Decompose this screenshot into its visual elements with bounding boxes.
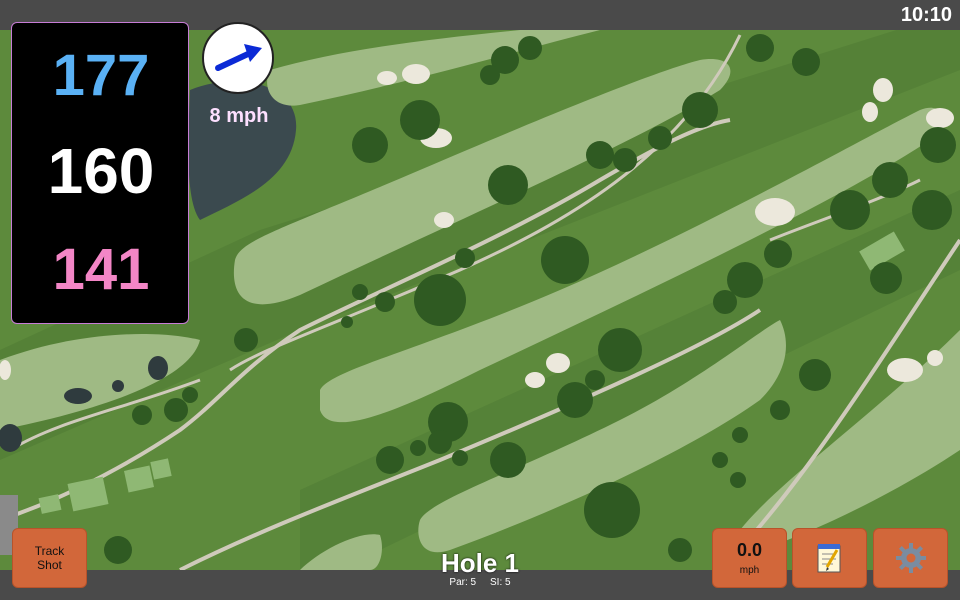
settings-button[interactable] bbox=[873, 528, 948, 588]
wind-arrow-icon bbox=[215, 44, 262, 71]
notepad-icon bbox=[817, 544, 840, 573]
gear-icon bbox=[895, 543, 926, 573]
hole-par: Par: 5 bbox=[449, 577, 477, 588]
hole-stroke-index: SI: 5 bbox=[490, 577, 511, 588]
middle-distance: 160 bbox=[47, 135, 155, 207]
back-distance: 177 bbox=[52, 43, 150, 108]
track-shot-button[interactable]: Track Shot bbox=[12, 528, 87, 588]
notes-button[interactable] bbox=[792, 528, 867, 588]
front-distance: 141 bbox=[52, 237, 150, 302]
hole-info: Par: 5 SI: 5 bbox=[380, 577, 580, 588]
track-shot-label-line2: Shot bbox=[37, 558, 62, 572]
wind-direction-indicator bbox=[202, 22, 274, 94]
wind-speed: 8 mph bbox=[209, 105, 269, 127]
speed-button[interactable]: 0.0 mph bbox=[712, 528, 787, 588]
track-shot-label-line1: Track bbox=[34, 544, 65, 558]
clock-time: 10:10 bbox=[900, 4, 952, 26]
speed-unit: mph bbox=[739, 565, 760, 576]
hole-title: Hole 1 bbox=[440, 548, 520, 578]
distance-panel: 177 160 141 bbox=[11, 22, 189, 324]
speed-value: 0.0 bbox=[736, 540, 763, 560]
